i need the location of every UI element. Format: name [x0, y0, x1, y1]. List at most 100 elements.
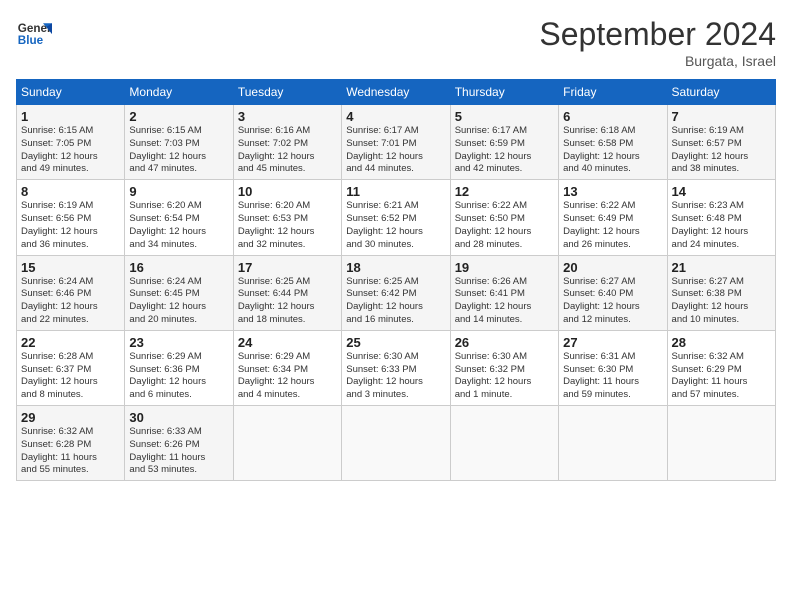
- col-monday: Monday: [125, 80, 233, 105]
- day-info: Sunrise: 6:21 AM Sunset: 6:52 PM Dayligh…: [346, 200, 445, 251]
- day-info: Sunrise: 6:32 AM Sunset: 6:28 PM Dayligh…: [21, 426, 120, 477]
- day-cell: [667, 406, 775, 481]
- month-title: September 2024: [539, 16, 776, 53]
- logo: General Blue: [16, 16, 52, 52]
- day-cell: 24Sunrise: 6:29 AM Sunset: 6:34 PM Dayli…: [233, 330, 341, 405]
- day-number: 30: [129, 410, 228, 425]
- day-number: 22: [21, 335, 120, 350]
- calendar-header-row: Sunday Monday Tuesday Wednesday Thursday…: [17, 80, 776, 105]
- day-cell: 16Sunrise: 6:24 AM Sunset: 6:45 PM Dayli…: [125, 255, 233, 330]
- day-cell: [233, 406, 341, 481]
- day-cell: 20Sunrise: 6:27 AM Sunset: 6:40 PM Dayli…: [559, 255, 667, 330]
- day-info: Sunrise: 6:29 AM Sunset: 6:36 PM Dayligh…: [129, 351, 228, 402]
- day-cell: 11Sunrise: 6:21 AM Sunset: 6:52 PM Dayli…: [342, 180, 450, 255]
- day-number: 2: [129, 109, 228, 124]
- col-thursday: Thursday: [450, 80, 558, 105]
- day-info: Sunrise: 6:20 AM Sunset: 6:54 PM Dayligh…: [129, 200, 228, 251]
- day-info: Sunrise: 6:26 AM Sunset: 6:41 PM Dayligh…: [455, 276, 554, 327]
- day-cell: 10Sunrise: 6:20 AM Sunset: 6:53 PM Dayli…: [233, 180, 341, 255]
- day-info: Sunrise: 6:30 AM Sunset: 6:33 PM Dayligh…: [346, 351, 445, 402]
- day-number: 4: [346, 109, 445, 124]
- day-cell: [559, 406, 667, 481]
- day-cell: 18Sunrise: 6:25 AM Sunset: 6:42 PM Dayli…: [342, 255, 450, 330]
- day-number: 11: [346, 184, 445, 199]
- day-info: Sunrise: 6:15 AM Sunset: 7:03 PM Dayligh…: [129, 125, 228, 176]
- day-number: 20: [563, 260, 662, 275]
- day-number: 29: [21, 410, 120, 425]
- day-number: 25: [346, 335, 445, 350]
- day-info: Sunrise: 6:25 AM Sunset: 6:42 PM Dayligh…: [346, 276, 445, 327]
- day-cell: 26Sunrise: 6:30 AM Sunset: 6:32 PM Dayli…: [450, 330, 558, 405]
- day-info: Sunrise: 6:24 AM Sunset: 6:45 PM Dayligh…: [129, 276, 228, 327]
- day-number: 21: [672, 260, 771, 275]
- week-row-3: 15Sunrise: 6:24 AM Sunset: 6:46 PM Dayli…: [17, 255, 776, 330]
- day-cell: 17Sunrise: 6:25 AM Sunset: 6:44 PM Dayli…: [233, 255, 341, 330]
- day-number: 15: [21, 260, 120, 275]
- day-cell: 27Sunrise: 6:31 AM Sunset: 6:30 PM Dayli…: [559, 330, 667, 405]
- day-cell: 29Sunrise: 6:32 AM Sunset: 6:28 PM Dayli…: [17, 406, 125, 481]
- day-info: Sunrise: 6:30 AM Sunset: 6:32 PM Dayligh…: [455, 351, 554, 402]
- day-cell: 19Sunrise: 6:26 AM Sunset: 6:41 PM Dayli…: [450, 255, 558, 330]
- day-cell: 22Sunrise: 6:28 AM Sunset: 6:37 PM Dayli…: [17, 330, 125, 405]
- col-friday: Friday: [559, 80, 667, 105]
- day-info: Sunrise: 6:17 AM Sunset: 6:59 PM Dayligh…: [455, 125, 554, 176]
- day-number: 9: [129, 184, 228, 199]
- day-info: Sunrise: 6:18 AM Sunset: 6:58 PM Dayligh…: [563, 125, 662, 176]
- day-number: 1: [21, 109, 120, 124]
- day-cell: 5Sunrise: 6:17 AM Sunset: 6:59 PM Daylig…: [450, 105, 558, 180]
- day-info: Sunrise: 6:33 AM Sunset: 6:26 PM Dayligh…: [129, 426, 228, 477]
- day-info: Sunrise: 6:31 AM Sunset: 6:30 PM Dayligh…: [563, 351, 662, 402]
- week-row-5: 29Sunrise: 6:32 AM Sunset: 6:28 PM Dayli…: [17, 406, 776, 481]
- day-info: Sunrise: 6:19 AM Sunset: 6:56 PM Dayligh…: [21, 200, 120, 251]
- day-cell: 14Sunrise: 6:23 AM Sunset: 6:48 PM Dayli…: [667, 180, 775, 255]
- day-number: 24: [238, 335, 337, 350]
- day-cell: [450, 406, 558, 481]
- day-number: 6: [563, 109, 662, 124]
- day-info: Sunrise: 6:20 AM Sunset: 6:53 PM Dayligh…: [238, 200, 337, 251]
- day-info: Sunrise: 6:19 AM Sunset: 6:57 PM Dayligh…: [672, 125, 771, 176]
- day-cell: 8Sunrise: 6:19 AM Sunset: 6:56 PM Daylig…: [17, 180, 125, 255]
- day-number: 27: [563, 335, 662, 350]
- day-cell: 30Sunrise: 6:33 AM Sunset: 6:26 PM Dayli…: [125, 406, 233, 481]
- day-cell: 21Sunrise: 6:27 AM Sunset: 6:38 PM Dayli…: [667, 255, 775, 330]
- day-number: 13: [563, 184, 662, 199]
- day-number: 17: [238, 260, 337, 275]
- logo-icon: General Blue: [16, 16, 52, 52]
- week-row-2: 8Sunrise: 6:19 AM Sunset: 6:56 PM Daylig…: [17, 180, 776, 255]
- day-cell: 7Sunrise: 6:19 AM Sunset: 6:57 PM Daylig…: [667, 105, 775, 180]
- page: General Blue September 2024 Burgata, Isr…: [0, 0, 792, 612]
- calendar: Sunday Monday Tuesday Wednesday Thursday…: [16, 79, 776, 481]
- day-number: 14: [672, 184, 771, 199]
- day-info: Sunrise: 6:27 AM Sunset: 6:38 PM Dayligh…: [672, 276, 771, 327]
- day-number: 3: [238, 109, 337, 124]
- week-row-4: 22Sunrise: 6:28 AM Sunset: 6:37 PM Dayli…: [17, 330, 776, 405]
- day-cell: [342, 406, 450, 481]
- day-number: 26: [455, 335, 554, 350]
- day-number: 5: [455, 109, 554, 124]
- col-saturday: Saturday: [667, 80, 775, 105]
- day-info: Sunrise: 6:23 AM Sunset: 6:48 PM Dayligh…: [672, 200, 771, 251]
- header: General Blue September 2024 Burgata, Isr…: [16, 16, 776, 69]
- day-cell: 6Sunrise: 6:18 AM Sunset: 6:58 PM Daylig…: [559, 105, 667, 180]
- day-cell: 12Sunrise: 6:22 AM Sunset: 6:50 PM Dayli…: [450, 180, 558, 255]
- day-info: Sunrise: 6:29 AM Sunset: 6:34 PM Dayligh…: [238, 351, 337, 402]
- title-block: September 2024 Burgata, Israel: [539, 16, 776, 69]
- day-info: Sunrise: 6:25 AM Sunset: 6:44 PM Dayligh…: [238, 276, 337, 327]
- day-info: Sunrise: 6:27 AM Sunset: 6:40 PM Dayligh…: [563, 276, 662, 327]
- day-cell: 9Sunrise: 6:20 AM Sunset: 6:54 PM Daylig…: [125, 180, 233, 255]
- day-info: Sunrise: 6:22 AM Sunset: 6:49 PM Dayligh…: [563, 200, 662, 251]
- day-number: 12: [455, 184, 554, 199]
- day-info: Sunrise: 6:17 AM Sunset: 7:01 PM Dayligh…: [346, 125, 445, 176]
- day-info: Sunrise: 6:24 AM Sunset: 6:46 PM Dayligh…: [21, 276, 120, 327]
- day-cell: 2Sunrise: 6:15 AM Sunset: 7:03 PM Daylig…: [125, 105, 233, 180]
- day-number: 10: [238, 184, 337, 199]
- day-info: Sunrise: 6:28 AM Sunset: 6:37 PM Dayligh…: [21, 351, 120, 402]
- day-info: Sunrise: 6:22 AM Sunset: 6:50 PM Dayligh…: [455, 200, 554, 251]
- day-number: 16: [129, 260, 228, 275]
- day-cell: 28Sunrise: 6:32 AM Sunset: 6:29 PM Dayli…: [667, 330, 775, 405]
- day-cell: 13Sunrise: 6:22 AM Sunset: 6:49 PM Dayli…: [559, 180, 667, 255]
- day-cell: 4Sunrise: 6:17 AM Sunset: 7:01 PM Daylig…: [342, 105, 450, 180]
- day-cell: 23Sunrise: 6:29 AM Sunset: 6:36 PM Dayli…: [125, 330, 233, 405]
- location: Burgata, Israel: [539, 53, 776, 69]
- col-tuesday: Tuesday: [233, 80, 341, 105]
